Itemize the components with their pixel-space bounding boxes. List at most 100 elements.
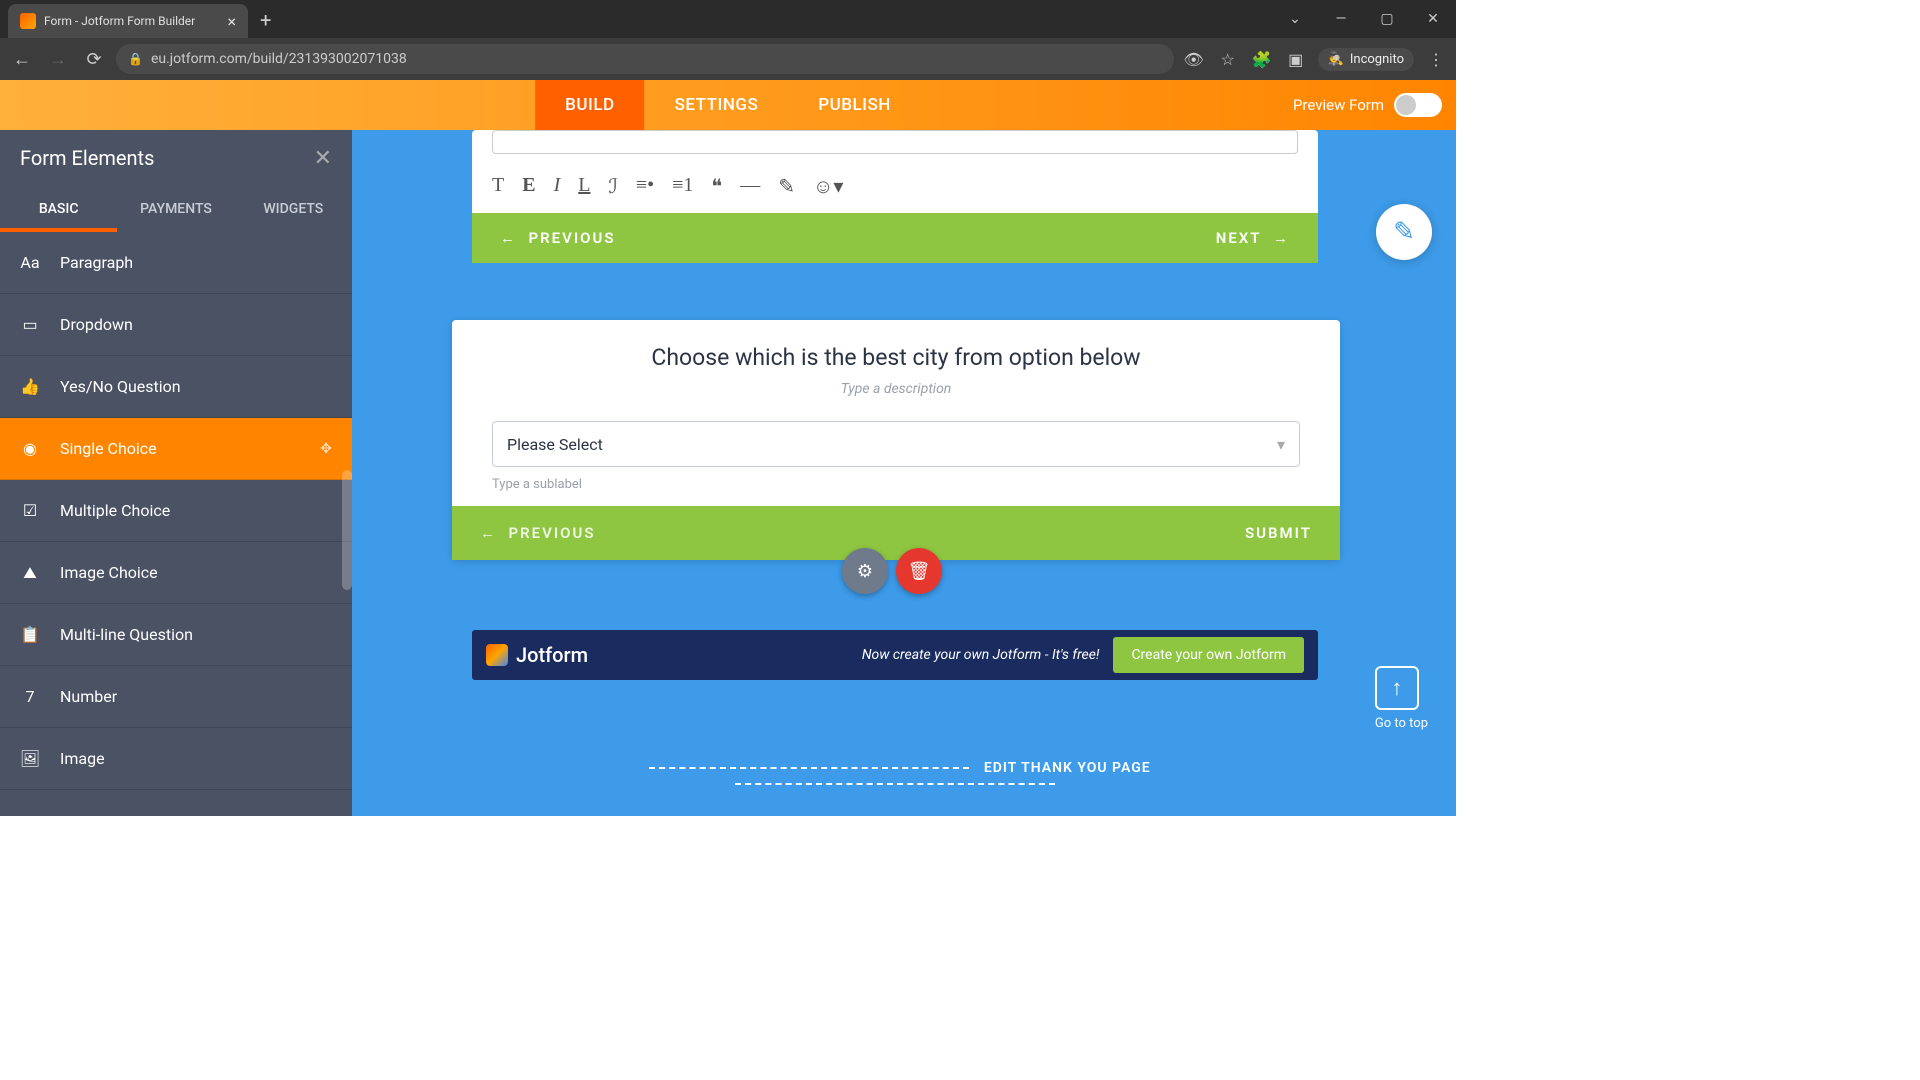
next-button[interactable]: NEXT →: [1216, 229, 1290, 247]
underline-icon[interactable]: L: [578, 174, 590, 199]
gear-icon: ⚙: [857, 561, 873, 582]
sidebar-item-number[interactable]: 7 Number: [0, 666, 352, 728]
sidebar-item-label: Yes/No Question: [60, 377, 181, 396]
sidepanel-icon[interactable]: ▣: [1284, 47, 1308, 71]
edit-thank-you-label: EDIT THANK YOU PAGE: [984, 760, 1151, 776]
sidebar-tab-widgets[interactable]: WIDGETS: [235, 186, 352, 232]
drag-handle-icon[interactable]: ✥: [320, 441, 332, 457]
delete-button[interactable]: 🗑: [896, 548, 942, 594]
link-icon[interactable]: ✎: [778, 174, 795, 199]
paragraph-input[interactable]: [492, 130, 1298, 154]
sidebar-item-image[interactable]: 🖼 Image: [0, 728, 352, 790]
address-bar[interactable]: 🔒 eu.jotform.com/build/231393002071038: [116, 44, 1174, 74]
italic-icon[interactable]: I: [554, 174, 561, 199]
bulleted-list-icon[interactable]: ≡•: [636, 174, 654, 199]
sidebar-header: Form Elements ✕: [0, 130, 352, 186]
preview-toggle[interactable]: [1394, 93, 1442, 117]
sidebar-item-image-choice[interactable]: ⛰ Image Choice: [0, 542, 352, 604]
form-card-dropdown[interactable]: Choose which is the best city from optio…: [452, 320, 1340, 560]
number-icon: 7: [18, 685, 42, 709]
sidebar-tab-payments[interactable]: PAYMENTS: [117, 186, 234, 232]
sidebar-item-dropdown[interactable]: ▭ Dropdown: [0, 294, 352, 356]
sublabel-input[interactable]: Type a sublabel: [492, 477, 1300, 492]
tab-settings[interactable]: SETTINGS: [645, 80, 789, 130]
submit-button[interactable]: SUBMIT: [1245, 524, 1312, 542]
page-nav-bar: ← PREVIOUS NEXT →: [472, 213, 1318, 263]
sidebar-item-label: Image: [60, 749, 105, 768]
sidebar-scrollbar[interactable]: [342, 470, 352, 590]
app-tabs: BUILD SETTINGS PUBLISH: [535, 80, 921, 130]
dropdown-select[interactable]: Please Select: [492, 421, 1300, 467]
emoji-icon[interactable]: ☺▾: [813, 174, 843, 199]
window-controls: ⌄ ― ▢ ✕: [1272, 0, 1456, 38]
minimize-icon[interactable]: ―: [1318, 0, 1364, 38]
previous-button-2[interactable]: ← PREVIOUS: [480, 524, 595, 542]
sidebar-item-label: Image Choice: [60, 563, 158, 582]
star-icon[interactable]: ☆: [1216, 47, 1240, 71]
thumb-icon: 👍: [18, 375, 42, 399]
sidebar-item-label: Single Choice: [60, 439, 157, 458]
sidebar-item-yesno[interactable]: 👍 Yes/No Question: [0, 356, 352, 418]
lock-icon: 🔒: [128, 52, 143, 66]
reload-button[interactable]: ⟳: [80, 45, 108, 73]
previous-button[interactable]: ← PREVIOUS: [500, 229, 615, 247]
sidebar-tab-basic[interactable]: BASIC: [0, 186, 117, 232]
help-fab-button[interactable]: ✎: [1376, 204, 1432, 260]
incognito-icon: 🕵: [1328, 52, 1344, 67]
promo-cta-button[interactable]: Create your own Jotform: [1113, 637, 1304, 673]
question-description[interactable]: Type a description: [452, 381, 1340, 411]
close-window-icon[interactable]: ✕: [1410, 0, 1456, 38]
browser-titlebar: Form - Jotform Form Builder × + ⌄ ― ▢ ✕: [0, 0, 1456, 38]
sidebar-item-paragraph[interactable]: Aa Paragraph: [0, 232, 352, 294]
incognito-label: Incognito: [1350, 52, 1404, 67]
incognito-badge[interactable]: 🕵 Incognito: [1318, 48, 1414, 71]
divider-icon[interactable]: ―: [740, 174, 760, 199]
browser-tab[interactable]: Form - Jotform Form Builder ×: [8, 4, 248, 38]
preview-label: Preview Form: [1293, 96, 1384, 114]
promo-text: Now create your own Jotform - It's free!: [862, 647, 1100, 663]
edit-thank-you-divider[interactable]: EDIT THANK YOU PAGE: [472, 760, 1318, 792]
paragraph-icon: Aa: [18, 251, 42, 275]
tabs-dropdown-icon[interactable]: ⌄: [1272, 0, 1318, 38]
maximize-icon[interactable]: ▢: [1364, 0, 1410, 38]
logo-text: Jotform: [516, 643, 588, 667]
go-to-top-label: Go to top: [1375, 716, 1428, 731]
sidebar-item-multiline[interactable]: 📋 Multi-line Question: [0, 604, 352, 666]
settings-button[interactable]: ⚙: [842, 548, 888, 594]
sidebar-item-label: Multi-line Question: [60, 625, 193, 644]
trash-icon: 🗑: [908, 561, 931, 582]
checkbox-icon: ☑: [18, 499, 42, 523]
sidebar-item-single-choice[interactable]: ◉ Single Choice ✥: [0, 418, 352, 480]
go-to-top-button[interactable]: ↑ Go to top: [1375, 666, 1428, 731]
font-size-icon[interactable]: T: [492, 174, 504, 199]
tab-build[interactable]: BUILD: [535, 80, 644, 130]
forward-button[interactable]: →: [44, 45, 72, 73]
tab-close-icon[interactable]: ×: [227, 12, 236, 31]
clipboard-icon: 📋: [18, 623, 42, 647]
dropdown-placeholder: Please Select: [507, 435, 603, 454]
sidebar: Form Elements ✕ BASIC PAYMENTS WIDGETS A…: [0, 130, 352, 816]
quote-icon[interactable]: ❝: [711, 174, 722, 199]
image-choice-icon: ⛰: [18, 561, 42, 585]
form-canvas[interactable]: T E I L ℐ ≡• ≡1 ❝ ― ✎ ☺▾ ← PREVIOUS NEXT…: [352, 130, 1456, 816]
sidebar-close-icon[interactable]: ✕: [314, 146, 332, 171]
question-title[interactable]: Choose which is the best city from optio…: [452, 320, 1340, 381]
clear-format-icon[interactable]: ℐ: [608, 174, 617, 199]
form-card-paragraph[interactable]: T E I L ℐ ≡• ≡1 ❝ ― ✎ ☺▾ ← PREVIOUS NEXT…: [472, 130, 1318, 263]
dropdown-icon: ▭: [18, 313, 42, 337]
sidebar-item-multiple-choice[interactable]: ☑ Multiple Choice: [0, 480, 352, 542]
sidebar-item-label: Multiple Choice: [60, 501, 170, 520]
tab-title: Form - Jotform Form Builder: [44, 14, 195, 28]
sidebar-list[interactable]: Aa Paragraph ▭ Dropdown 👍 Yes/No Questio…: [0, 232, 352, 816]
sidebar-item-label: Paragraph: [60, 253, 133, 272]
new-tab-button[interactable]: +: [260, 8, 271, 32]
menu-icon[interactable]: ⋮: [1424, 47, 1448, 71]
back-button[interactable]: ←: [8, 45, 36, 73]
preview-toggle-group: Preview Form: [1293, 93, 1442, 117]
eye-off-icon[interactable]: 👁: [1182, 47, 1206, 71]
tab-publish[interactable]: PUBLISH: [788, 80, 921, 130]
rich-text-toolbar: T E I L ℐ ≡• ≡1 ❝ ― ✎ ☺▾: [472, 166, 1318, 213]
bold-icon[interactable]: E: [522, 174, 535, 199]
extensions-icon[interactable]: 🧩: [1250, 47, 1274, 71]
numbered-list-icon[interactable]: ≡1: [672, 174, 693, 199]
